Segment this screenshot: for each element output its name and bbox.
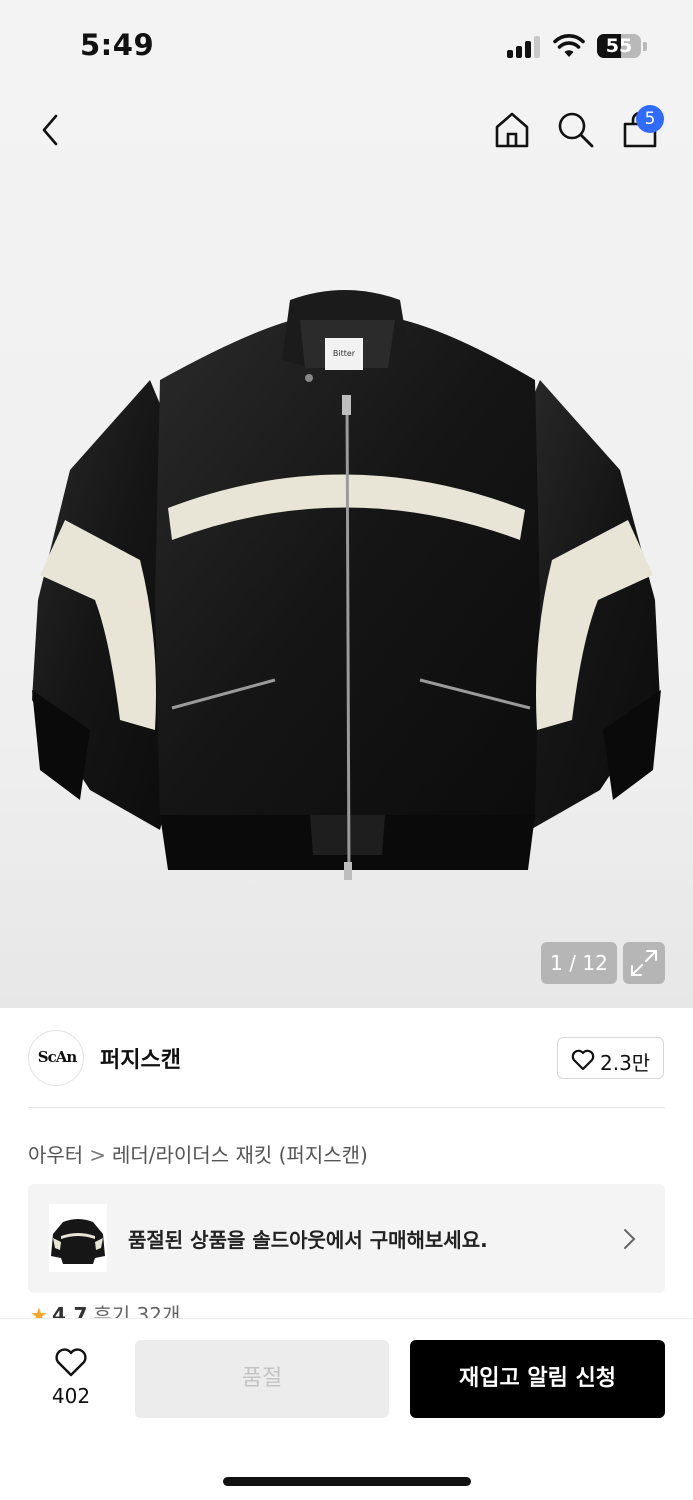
expand-image-button[interactable]: [623, 942, 665, 984]
product-image-leather-jacket: Bitter: [32, 290, 661, 881]
wishlist-count: 402: [51, 1384, 91, 1408]
brand-logo[interactable]: ScAn: [28, 1030, 84, 1086]
back-chevron-icon[interactable]: [36, 112, 64, 148]
battery-cap: [643, 42, 647, 51]
battery-percent: 55: [605, 35, 633, 57]
soldout-banner[interactable]: 품절된 상품을 솔드아웃에서 구매해보세요.: [28, 1184, 665, 1293]
brand-name[interactable]: 퍼지스캔: [100, 1042, 181, 1074]
cart-count-badge: 5: [636, 105, 664, 133]
search-icon[interactable]: [556, 110, 596, 150]
status-bar: 5:49 55: [0, 0, 693, 92]
jacket-brand-tag: Bitter: [333, 349, 356, 358]
image-counter: 1 / 12: [541, 942, 617, 984]
brand-like-count: 2.3만: [600, 1051, 651, 1075]
brand-logo-text: ScAn: [37, 1048, 78, 1066]
soldout-banner-text: 품절된 상품을 솔드아웃에서 구매해보세요.: [128, 1228, 488, 1252]
brand-like-button[interactable]: 2.3만: [557, 1037, 664, 1079]
banner-thumbnail: [49, 1204, 107, 1272]
breadcrumb: 아우터 > 레더/라이더스 재킷 (퍼지스캔): [28, 1139, 368, 1168]
breadcrumb-subcategory[interactable]: 레더/라이더스 재킷 (퍼지스캔): [112, 1143, 368, 1167]
breadcrumb-separator: >: [89, 1143, 106, 1167]
product-image-gallery[interactable]: Bitter: [0, 92, 693, 1008]
wifi-icon: [553, 34, 585, 57]
home-indicator: [223, 1477, 471, 1486]
divider: [28, 1107, 665, 1108]
battery-icon: 55: [597, 34, 641, 58]
heart-outline-icon: [571, 1049, 595, 1071]
cellular-signal-icon: [507, 36, 543, 58]
expand-icon: [631, 950, 657, 976]
home-icon[interactable]: [492, 110, 532, 150]
wishlist-button[interactable]: 402: [30, 1342, 112, 1412]
soldout-button[interactable]: 품절: [135, 1340, 389, 1418]
breadcrumb-category[interactable]: 아우터: [28, 1143, 83, 1167]
heart-outline-icon: [55, 1348, 87, 1377]
chevron-right-icon: [624, 1229, 636, 1249]
restock-alert-button[interactable]: 재입고 알림 신청: [410, 1340, 665, 1418]
status-time: 5:49: [80, 28, 155, 62]
